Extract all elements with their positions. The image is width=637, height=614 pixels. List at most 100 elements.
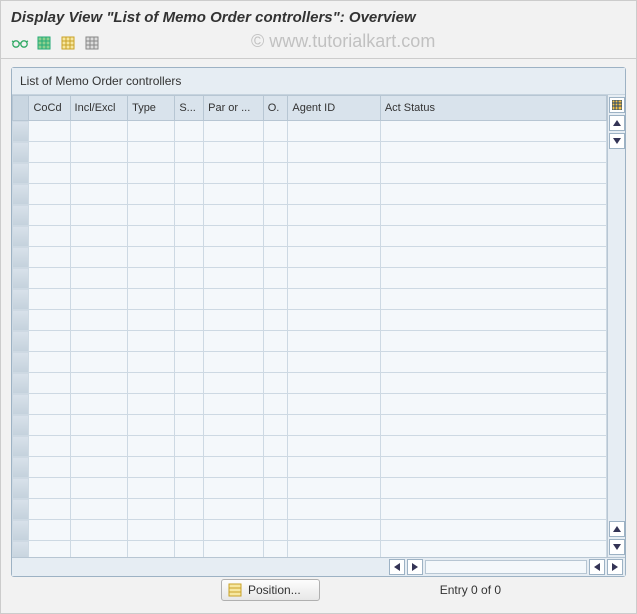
cell-agent[interactable] xyxy=(288,415,380,436)
table-row[interactable] xyxy=(13,541,607,558)
cell-o[interactable] xyxy=(263,289,288,310)
table-row[interactable] xyxy=(13,436,607,457)
cell-act[interactable] xyxy=(380,205,606,226)
cell-cocd[interactable] xyxy=(29,436,70,457)
table-row[interactable] xyxy=(13,121,607,142)
cell-incl[interactable] xyxy=(70,331,128,352)
cell-type[interactable] xyxy=(128,331,175,352)
position-button[interactable]: Position... xyxy=(221,579,320,601)
cell-par[interactable] xyxy=(204,289,264,310)
cell-type[interactable] xyxy=(128,457,175,478)
cell-par[interactable] xyxy=(204,226,264,247)
cell-incl[interactable] xyxy=(70,436,128,457)
cell-cocd[interactable] xyxy=(29,310,70,331)
cell-o[interactable] xyxy=(263,415,288,436)
row-selector[interactable] xyxy=(13,331,29,352)
cell-o[interactable] xyxy=(263,205,288,226)
cell-incl[interactable] xyxy=(70,541,128,558)
cell-par[interactable] xyxy=(204,247,264,268)
cell-par[interactable] xyxy=(204,142,264,163)
row-selector[interactable] xyxy=(13,373,29,394)
table-row[interactable] xyxy=(13,352,607,373)
cell-s[interactable] xyxy=(175,247,204,268)
column-header-type[interactable]: Type xyxy=(128,96,175,121)
cell-type[interactable] xyxy=(128,226,175,247)
cell-s[interactable] xyxy=(175,415,204,436)
cell-o[interactable] xyxy=(263,121,288,142)
cell-agent[interactable] xyxy=(288,499,380,520)
vertical-scrollbar[interactable] xyxy=(607,95,625,557)
cell-act[interactable] xyxy=(380,268,606,289)
cell-s[interactable] xyxy=(175,436,204,457)
cell-cocd[interactable] xyxy=(29,457,70,478)
cell-agent[interactable] xyxy=(288,205,380,226)
table-row[interactable] xyxy=(13,478,607,499)
cell-agent[interactable] xyxy=(288,142,380,163)
table-row[interactable] xyxy=(13,247,607,268)
column-header-cocd[interactable]: CoCd xyxy=(29,96,70,121)
cell-act[interactable] xyxy=(380,394,606,415)
cell-o[interactable] xyxy=(263,184,288,205)
cell-cocd[interactable] xyxy=(29,268,70,289)
cell-s[interactable] xyxy=(175,121,204,142)
cell-par[interactable] xyxy=(204,457,264,478)
cell-act[interactable] xyxy=(380,184,606,205)
cell-agent[interactable] xyxy=(288,457,380,478)
cell-cocd[interactable] xyxy=(29,121,70,142)
cell-cocd[interactable] xyxy=(29,394,70,415)
cell-s[interactable] xyxy=(175,268,204,289)
cell-s[interactable] xyxy=(175,352,204,373)
cell-type[interactable] xyxy=(128,394,175,415)
cell-cocd[interactable] xyxy=(29,163,70,184)
table-row[interactable] xyxy=(13,415,607,436)
cell-type[interactable] xyxy=(128,163,175,184)
cell-act[interactable] xyxy=(380,499,606,520)
cell-agent[interactable] xyxy=(288,289,380,310)
cell-par[interactable] xyxy=(204,205,264,226)
cell-o[interactable] xyxy=(263,394,288,415)
cell-s[interactable] xyxy=(175,310,204,331)
table-row[interactable] xyxy=(13,289,607,310)
data-grid[interactable]: CoCdIncl/ExclTypeS...Par or ...O.Agent I… xyxy=(12,95,607,557)
cell-act[interactable] xyxy=(380,226,606,247)
cell-o[interactable] xyxy=(263,457,288,478)
cell-type[interactable] xyxy=(128,121,175,142)
cell-par[interactable] xyxy=(204,373,264,394)
cell-incl[interactable] xyxy=(70,142,128,163)
cell-cocd[interactable] xyxy=(29,415,70,436)
cell-incl[interactable] xyxy=(70,226,128,247)
cell-incl[interactable] xyxy=(70,268,128,289)
cell-incl[interactable] xyxy=(70,310,128,331)
column-header-agent[interactable]: Agent ID xyxy=(288,96,380,121)
column-header-incl[interactable]: Incl/Excl xyxy=(70,96,128,121)
cell-type[interactable] xyxy=(128,541,175,558)
cell-par[interactable] xyxy=(204,520,264,541)
cell-incl[interactable] xyxy=(70,247,128,268)
row-selector[interactable] xyxy=(13,163,29,184)
cell-cocd[interactable] xyxy=(29,499,70,520)
cell-par[interactable] xyxy=(204,331,264,352)
cell-cocd[interactable] xyxy=(29,226,70,247)
cell-act[interactable] xyxy=(380,352,606,373)
column-header-s[interactable]: S... xyxy=(175,96,204,121)
cell-incl[interactable] xyxy=(70,499,128,520)
cell-o[interactable] xyxy=(263,310,288,331)
cell-par[interactable] xyxy=(204,394,264,415)
cell-s[interactable] xyxy=(175,289,204,310)
cell-s[interactable] xyxy=(175,499,204,520)
cell-par[interactable] xyxy=(204,268,264,289)
cell-s[interactable] xyxy=(175,331,204,352)
row-selector[interactable] xyxy=(13,541,29,558)
cell-act[interactable] xyxy=(380,520,606,541)
cell-agent[interactable] xyxy=(288,373,380,394)
cell-incl[interactable] xyxy=(70,121,128,142)
row-selector[interactable] xyxy=(13,268,29,289)
scroll-up-icon[interactable] xyxy=(609,115,625,131)
cell-s[interactable] xyxy=(175,373,204,394)
cell-act[interactable] xyxy=(380,478,606,499)
cell-o[interactable] xyxy=(263,226,288,247)
cell-cocd[interactable] xyxy=(29,205,70,226)
cell-par[interactable] xyxy=(204,184,264,205)
cell-agent[interactable] xyxy=(288,394,380,415)
cell-incl[interactable] xyxy=(70,352,128,373)
